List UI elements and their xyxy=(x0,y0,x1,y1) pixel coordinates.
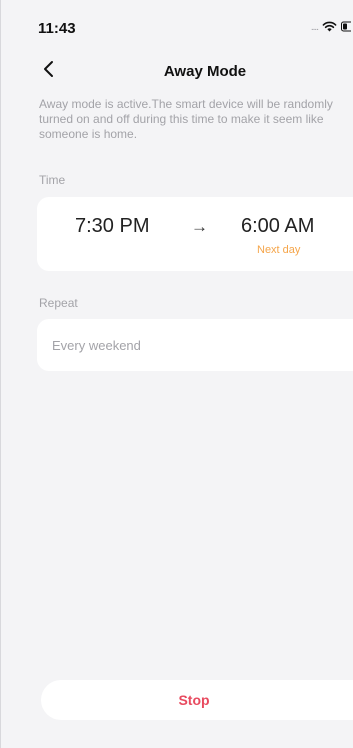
status-icons: .... xyxy=(311,19,351,33)
repeat-card[interactable]: Every weekend xyxy=(37,319,353,371)
start-time: 7:30 PM xyxy=(75,215,150,237)
app-screen: 11:43 .... Away Mode Away mode is active… xyxy=(0,0,353,748)
signal-icon: .... xyxy=(310,22,319,33)
nav-bar: Away Mode xyxy=(1,52,353,92)
status-bar: 11:43 .... xyxy=(1,0,353,48)
time-range-card[interactable]: 7:30 PM → 6:00 AM Next day xyxy=(37,197,353,271)
wifi-icon xyxy=(322,21,337,32)
page-title: Away Mode xyxy=(163,63,247,80)
repeat-value: Every weekend xyxy=(52,338,141,353)
away-mode-description: Away mode is active.The smart device wil… xyxy=(39,97,333,141)
time-section-label: Time xyxy=(39,173,66,187)
battery-icon xyxy=(341,21,351,32)
next-day-note: Next day xyxy=(257,244,301,256)
status-time: 11:43 xyxy=(38,20,76,37)
stop-button[interactable]: Stop xyxy=(41,680,353,720)
end-time: 6:00 AM xyxy=(241,215,315,237)
arrow-right-icon: → xyxy=(191,217,208,236)
repeat-section-label: Repeat xyxy=(39,296,78,310)
